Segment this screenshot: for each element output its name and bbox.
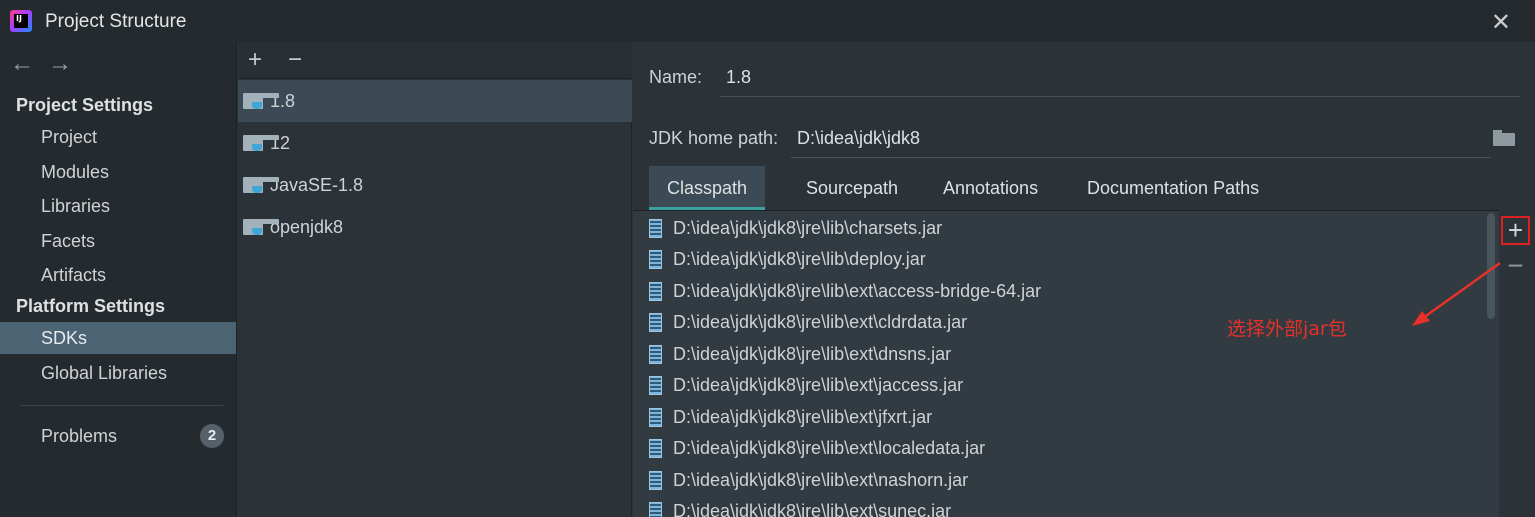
classpath-entry: D:\idea\jdk\jdk8\jre\lib\ext\jfxrt.jar	[673, 407, 933, 427]
jar-icon	[649, 376, 662, 395]
tab-sourcepath[interactable]: Sourcepath	[788, 166, 916, 210]
settings-sidebar: ← → Project Settings Project Modules Libr…	[0, 42, 237, 517]
classpath-entry: D:\idea\jdk\jdk8\jre\lib\charsets.jar	[673, 218, 943, 238]
classpath-row[interactable]: D:\idea\jdk\jdk8\jre\lib\deploy.jar	[633, 244, 1483, 275]
jar-icon	[649, 250, 662, 269]
jdk-home-label: JDK home path:	[649, 128, 779, 148]
jar-icon	[649, 502, 662, 517]
name-field[interactable]: 1.8	[720, 67, 1520, 97]
classpath-row[interactable]: D:\idea\jdk\jdk8\jre\lib\ext\localedata.…	[633, 433, 1483, 464]
classpath-row[interactable]: D:\idea\jdk\jdk8\jre\lib\ext\cldrdata.ja…	[633, 307, 1483, 338]
jar-icon	[649, 313, 662, 332]
window-title: Project Structure	[45, 11, 187, 32]
classpath-row[interactable]: D:\idea\jdk\jdk8\jre\lib\ext\jfxrt.jar	[633, 402, 1483, 433]
sidebar-item-global-libraries[interactable]: Global Libraries	[0, 357, 236, 389]
add-sdk-button[interactable]: +	[248, 46, 262, 74]
sidebar-divider	[20, 405, 223, 406]
classpath-entry: D:\idea\jdk\jdk8\jre\lib\ext\dnsns.jar	[673, 344, 952, 364]
sdk-item[interactable]: 12	[238, 122, 632, 164]
intellij-logo-icon: IJ	[10, 10, 32, 32]
sdk-item[interactable]: 1.8	[238, 80, 632, 122]
problems-label: Problems	[41, 426, 118, 446]
classpath-entry: D:\idea\jdk\jdk8\jre\lib\ext\sunec.jar	[673, 501, 952, 517]
classpath-list: D:\idea\jdk\jdk8\jre\lib\charsets.jar D:…	[633, 210, 1499, 517]
sdk-list-toolbar: + −	[238, 42, 632, 79]
classpath-row[interactable]: D:\idea\jdk\jdk8\jre\lib\ext\nashorn.jar	[633, 465, 1483, 496]
classpath-entry: D:\idea\jdk\jdk8\jre\lib\ext\access-brid…	[673, 281, 1042, 301]
sidebar-item-facets[interactable]: Facets	[0, 225, 236, 257]
close-icon[interactable]: ✕	[1491, 8, 1511, 37]
jdk-folder-icon	[243, 219, 279, 235]
sdk-item-label: JavaSE-1.8	[270, 175, 364, 195]
app-icon-text: IJ	[14, 14, 28, 28]
jar-icon	[649, 408, 662, 427]
forward-arrow-icon[interactable]: →	[48, 50, 72, 77]
remove-sdk-button[interactable]: −	[288, 46, 302, 74]
sdk-item[interactable]: openjdk8	[238, 206, 632, 248]
classpath-entry: D:\idea\jdk\jdk8\jre\lib\ext\localedata.…	[673, 438, 986, 458]
classpath-entry: D:\idea\jdk\jdk8\jre\lib\ext\nashorn.jar	[673, 470, 969, 490]
jdk-folder-icon	[243, 135, 279, 151]
tab-annotations[interactable]: Annotations	[925, 166, 1056, 210]
sidebar-item-libraries[interactable]: Libraries	[0, 190, 236, 222]
classpath-row[interactable]: D:\idea\jdk\jdk8\jre\lib\ext\dnsns.jar	[633, 339, 1483, 370]
sidebar-item-problems[interactable]: Problems 2	[0, 420, 236, 452]
tab-classpath[interactable]: Classpath	[649, 166, 766, 210]
jdk-home-path-field[interactable]: D:\idea\jdk\jdk8	[791, 128, 1491, 158]
jar-icon	[649, 439, 662, 458]
project-settings-header: Project Settings	[16, 95, 154, 115]
jar-icon	[649, 471, 662, 490]
problems-count-badge: 2	[200, 424, 224, 448]
classpath-row[interactable]: D:\idea\jdk\jdk8\jre\lib\ext\jaccess.jar	[633, 370, 1483, 401]
classpath-entry: D:\idea\jdk\jdk8\jre\lib\ext\jaccess.jar	[673, 375, 964, 395]
name-label: Name:	[649, 67, 703, 87]
classpath-entry: D:\idea\jdk\jdk8\jre\lib\deploy.jar	[673, 249, 926, 269]
classpath-row[interactable]: D:\idea\jdk\jdk8\jre\lib\ext\sunec.jar	[633, 496, 1483, 517]
add-classpath-button[interactable]: +	[1501, 216, 1530, 245]
jar-icon	[649, 345, 662, 364]
history-nav: ← →	[10, 50, 86, 78]
browse-folder-icon[interactable]	[1493, 130, 1515, 146]
sidebar-item-sdks[interactable]: SDKs	[0, 322, 236, 354]
sdk-list-panel: + − 1.8 12 JavaSE-1.8 openjdk8	[238, 42, 632, 517]
title-bar: IJ Project Structure ✕	[0, 0, 1535, 42]
jar-icon	[649, 219, 662, 238]
sidebar-item-artifacts[interactable]: Artifacts	[0, 259, 236, 291]
jar-icon	[649, 282, 662, 301]
back-arrow-icon[interactable]: ←	[10, 50, 34, 77]
classpath-entry: D:\idea\jdk\jdk8\jre\lib\ext\cldrdata.ja…	[673, 312, 968, 332]
jdk-folder-icon	[243, 177, 279, 193]
classpath-row[interactable]: D:\idea\jdk\jdk8\jre\lib\charsets.jar	[633, 213, 1483, 244]
annotation-text: 选择外部jar包	[1227, 318, 1347, 340]
tab-documentation-paths[interactable]: Documentation Paths	[1069, 166, 1277, 210]
sidebar-item-project[interactable]: Project	[0, 121, 236, 153]
platform-settings-header: Platform Settings	[16, 296, 166, 316]
classpath-row[interactable]: D:\idea\jdk\jdk8\jre\lib\ext\access-brid…	[633, 276, 1483, 307]
annotation-arrow-icon	[1412, 261, 1501, 326]
sdk-item[interactable]: JavaSE-1.8	[238, 164, 632, 206]
sidebar-item-modules[interactable]: Modules	[0, 156, 236, 188]
sdk-item-label: openjdk8	[270, 217, 344, 237]
jdk-folder-icon	[243, 93, 279, 109]
